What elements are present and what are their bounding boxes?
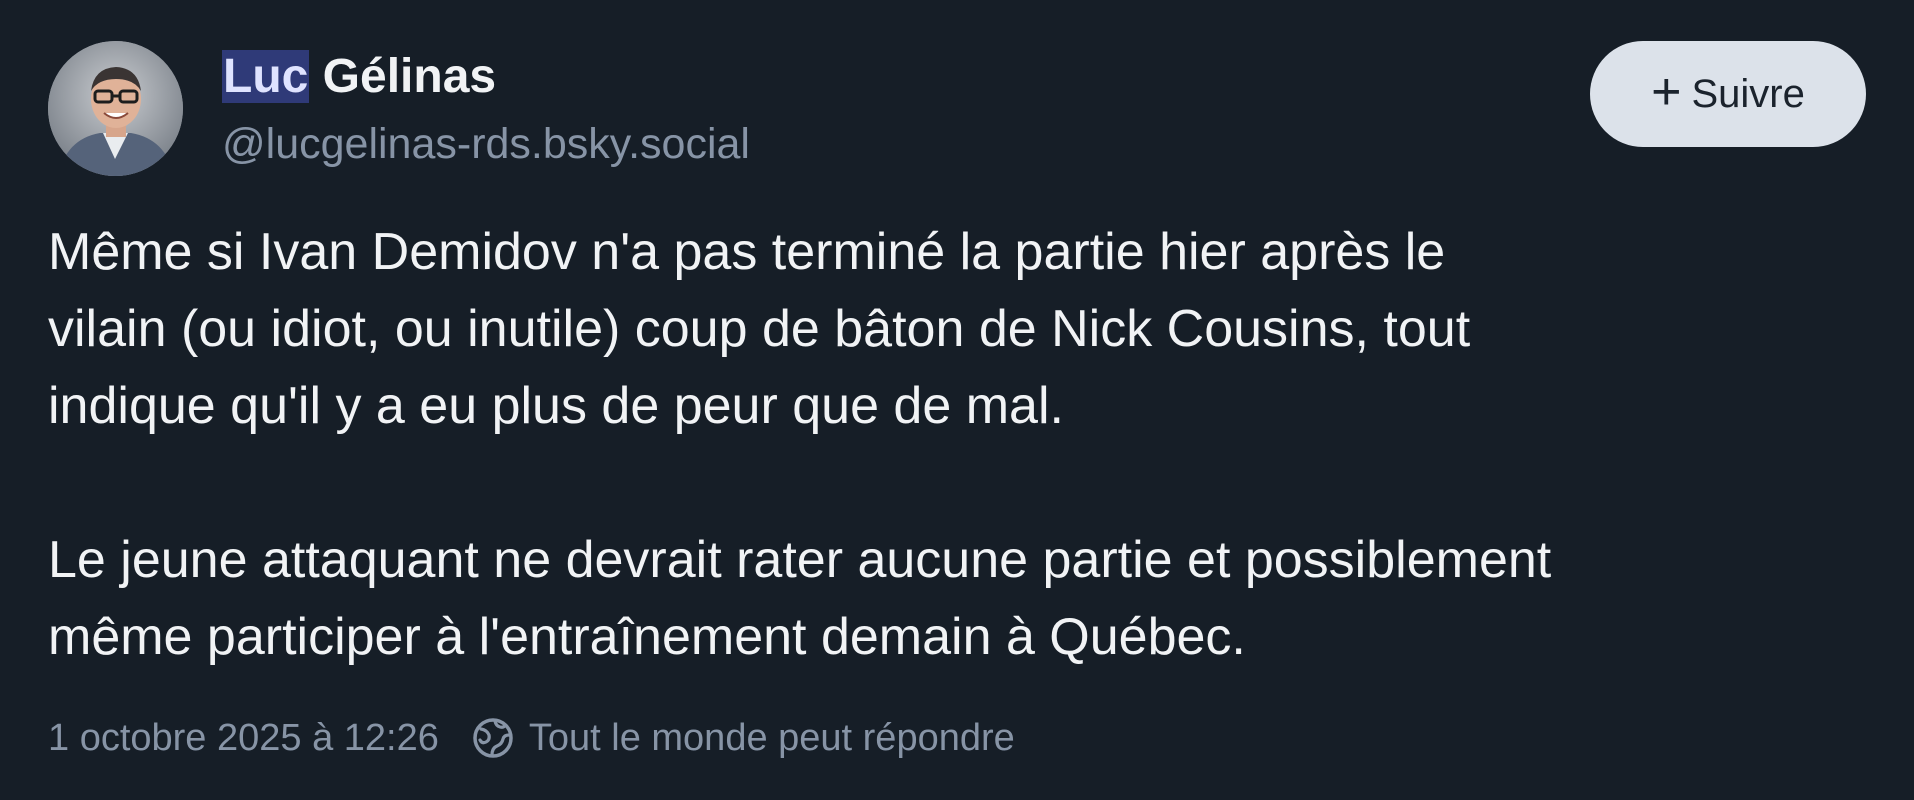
post-text: Même si Ivan Demidov n'a pas terminé la … xyxy=(48,214,1888,676)
follow-button-label: Suivre xyxy=(1691,71,1805,116)
post-card: Luc Gélinas @lucgelinas-rds.bsky.social … xyxy=(0,0,1914,800)
author-display-name[interactable]: Luc Gélinas xyxy=(222,47,496,107)
author-name-rest: Gélinas xyxy=(309,50,497,103)
plus-icon: + xyxy=(1651,63,1682,121)
post-line: Le jeune attaquant ne devrait rater aucu… xyxy=(48,531,1552,589)
reply-settings[interactable]: Tout le monde peut répondre xyxy=(471,716,1015,760)
globe-icon xyxy=(473,718,513,758)
post-line: même participer à l'entraînement demain … xyxy=(48,608,1246,666)
avatar-photo-icon xyxy=(48,41,183,176)
author-name-highlight: Luc xyxy=(222,50,310,103)
post-meta: 1 octobre 2025 à 12:26 Tout le monde peu… xyxy=(48,712,1015,764)
author-avatar[interactable] xyxy=(48,41,183,176)
follow-button[interactable]: + Suivre xyxy=(1590,41,1866,147)
post-line: indique qu'il y a eu plus de peur que de… xyxy=(48,377,1064,435)
author-handle[interactable]: @lucgelinas-rds.bsky.social xyxy=(222,116,750,172)
post-line: Même si Ivan Demidov n'a pas terminé la … xyxy=(48,223,1446,281)
post-line: vilain (ou idiot, ou inutile) coup de bâ… xyxy=(48,300,1471,358)
post-timestamp[interactable]: 1 octobre 2025 à 12:26 xyxy=(48,717,439,760)
reply-setting-label: Tout le monde peut répondre xyxy=(528,716,1015,759)
